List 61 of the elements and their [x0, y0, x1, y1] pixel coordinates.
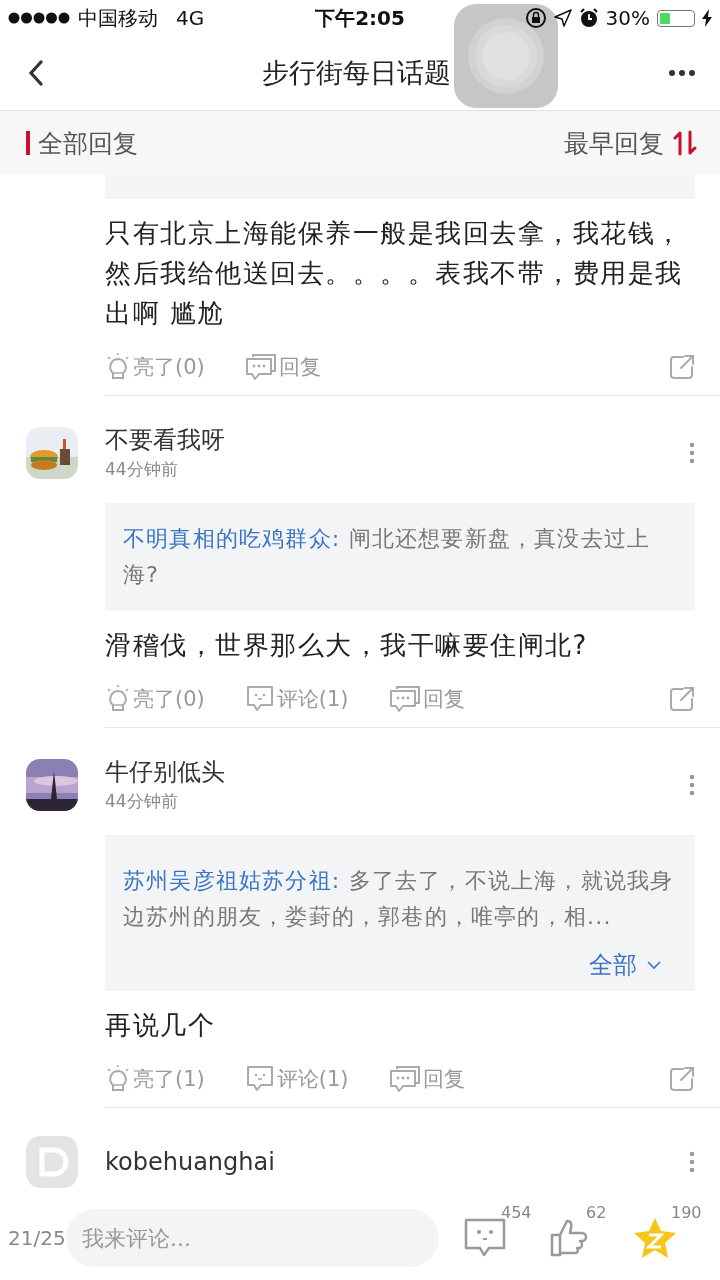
count-label: 190: [671, 1203, 702, 1222]
star-icon: [633, 1217, 677, 1259]
quote-text: 苏州吴彦祖姑苏分祖: 多了去了，不说上海，就说我身边苏州的朋友，娄葑的，郭巷的，唯亭的，相...: [123, 867, 675, 931]
comment-count-button[interactable]: [463, 1217, 508, 1259]
comment-text: 滑稽伐，世界那么大，我干嘛要住闸北?: [105, 629, 589, 662]
location-icon: [553, 9, 572, 27]
comment-input[interactable]: 我来评论...: [66, 1209, 439, 1267]
comment-icon: [244, 1065, 275, 1093]
show-all-button[interactable]: 全部: [589, 949, 677, 981]
username[interactable]: kobehuanghai: [105, 1148, 689, 1176]
reply-button[interactable]: 回复: [244, 353, 321, 381]
carrier-name: 中国移动: [78, 4, 158, 32]
signal-icon: [8, 12, 70, 24]
reply-icon: [244, 353, 277, 381]
favorite-count-button[interactable]: [633, 1217, 678, 1259]
charging-icon: [702, 9, 712, 27]
post-time: 44分钟前: [105, 790, 179, 813]
light-button[interactable]: 亮了(0): [105, 352, 205, 382]
rotation-lock-icon: [524, 7, 547, 29]
active-marker: [26, 131, 30, 155]
default-avatar-icon: [26, 1136, 78, 1188]
lightbulb-icon: [105, 1064, 131, 1094]
sort-icon: [672, 130, 698, 156]
username[interactable]: 牛仔别低头: [105, 756, 689, 788]
count-label: 62: [586, 1203, 607, 1222]
all-replies-label: 全部回复: [38, 127, 138, 160]
share-icon[interactable]: [669, 354, 695, 380]
reply-button[interactable]: 回复: [388, 1065, 465, 1093]
light-button[interactable]: 亮了(0): [105, 684, 205, 714]
status-time: 下午2:05: [315, 4, 405, 32]
comment-icon: [463, 1217, 507, 1259]
assistive-touch-button[interactable]: [454, 4, 558, 108]
lightbulb-icon: [105, 684, 131, 714]
page-title: 步行街每日话题: [261, 56, 451, 90]
username[interactable]: 不要看我呀: [105, 424, 689, 456]
more-icon[interactable]: [668, 69, 696, 77]
comment-icon: [244, 685, 275, 713]
battery-icon: [657, 9, 695, 27]
alarm-icon: [578, 8, 599, 28]
light-button[interactable]: 亮了(1): [105, 1064, 205, 1094]
quote-text: 不明真相的吃鸡群众: 闸北还想要新盘，真没去过上海?: [123, 525, 652, 589]
back-icon[interactable]: [28, 60, 44, 86]
comment-text: 只有北京上海能保养一般是我回去拿，我花钱，然后我给他送回去。。。。表我不带，费用是我出啊 尴尬: [105, 217, 684, 330]
sort-button[interactable]: 最早回复: [564, 126, 698, 160]
page-counter: 21/25: [8, 1226, 66, 1250]
share-icon[interactable]: [669, 1066, 695, 1092]
reply-button[interactable]: 回复: [388, 685, 465, 713]
count-label: 454: [501, 1203, 532, 1222]
quote-author-link[interactable]: 不明真相的吃鸡群众:: [123, 526, 341, 551]
battery-percent: 30%: [605, 6, 650, 30]
reply-icon: [388, 685, 421, 713]
comment-button[interactable]: 评论(1): [244, 1065, 349, 1093]
post-time: 44分钟前: [105, 458, 179, 481]
reply-icon: [388, 1065, 421, 1093]
share-icon[interactable]: [669, 686, 695, 712]
comment-text: 再说几个: [105, 1009, 216, 1042]
comment-button[interactable]: 评论(1): [244, 685, 349, 713]
lightbulb-icon: [105, 352, 131, 382]
chevron-down-icon: [647, 960, 661, 970]
quote-author-link[interactable]: 苏州吴彦祖姑苏分祖:: [123, 868, 341, 893]
network-type: 4G: [176, 6, 205, 30]
